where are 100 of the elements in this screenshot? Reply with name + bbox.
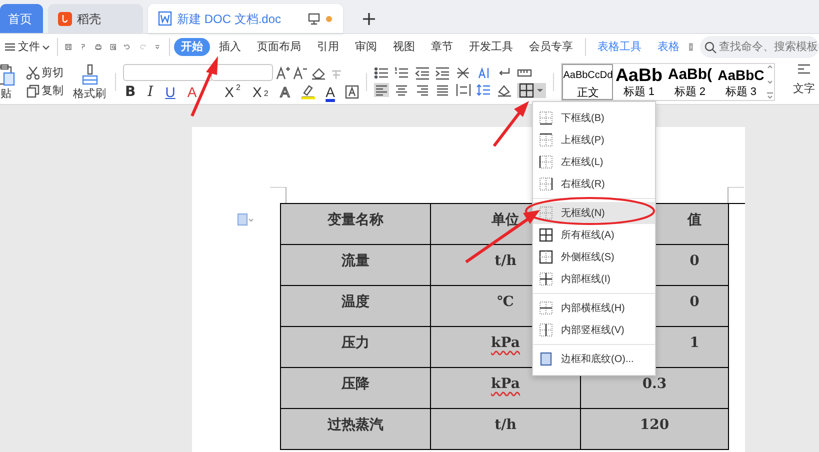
ribbon-tab[interactable]: 引用 [310,38,346,56]
menu-item[interactable]: 内部竖框线(V) [533,319,655,341]
bullet-list-icon[interactable] [374,66,389,80]
menu-icon [4,41,16,53]
line-spacing-icon[interactable] [476,83,492,98]
table-cell-text: 压力 [342,334,370,353]
font-size-field[interactable] [210,64,273,82]
menu-item[interactable]: 边框和底纹(O)... [533,348,655,370]
tab-label: 稻壳 [77,10,101,28]
distribute-icon[interactable] [456,83,471,98]
text-direction-icon[interactable] [476,66,492,80]
font-name-field[interactable] [123,64,213,82]
inside-vertical-border-icon [539,323,553,337]
menu-item[interactable]: 所有框线(A) [533,224,655,246]
table-cell-text: 1 [690,334,700,353]
ribbon-tab[interactable]: 页面布局 [250,38,308,56]
grow-font-icon[interactable] [276,66,290,80]
table-cell-text: 变量名称 [328,210,384,230]
window-tab[interactable]: 稻壳 [48,4,143,33]
table-cell-text: 单位 [492,211,520,230]
menu-item[interactable]: 上框线(P) [533,129,655,151]
table-cell-text: kPa [491,334,520,353]
menu-item[interactable]: 内部横框线(H) [533,297,655,319]
numbered-list-icon[interactable] [394,66,410,80]
wrap-text-label[interactable]: 文字 [793,81,815,98]
right-border-icon [539,177,553,191]
inside-horizontal-border-icon [539,301,553,315]
format-painter-button[interactable]: 格式刷 [71,64,108,100]
chevron-down-icon [42,44,50,50]
table-cell-text: 值 [688,211,702,230]
file-menu[interactable]: 文件 [2,39,52,55]
flame-icon [58,12,72,26]
highlighter-icon[interactable] [300,84,316,100]
ribbon-tab[interactable]: 章节 [424,38,460,56]
window-tab[interactable]: 新建 DOC 文档.doc [148,4,343,33]
shading-icon[interactable] [496,83,512,98]
format-button[interactable]: I [146,84,156,100]
table-cell-text: 流量 [342,252,370,271]
table-cell-text: 压降 [342,375,370,394]
tab-label: 新建 DOC 文档.doc [177,10,282,28]
eraser-icon[interactable] [311,66,326,80]
wrap-text-icon[interactable] [797,63,811,75]
monitor-icon[interactable] [308,12,320,24]
unsaved-dot-icon [325,14,333,22]
format-button[interactable]: U [163,84,178,100]
ribbon-tab[interactable]: 表格 [650,38,687,56]
table-cell-text: 0 [690,252,700,271]
format-button[interactable]: X$^{2}$ [222,84,242,100]
decrease-indent-icon[interactable] [414,66,430,80]
justify-icon[interactable] [435,83,450,98]
table-cell-text: 0 [690,293,700,312]
align-left-icon[interactable] [374,83,389,98]
table-cell-text: 过热蒸汽 [328,416,384,435]
align-center-icon[interactable] [394,83,410,98]
paste-icon [0,64,16,86]
menu-item[interactable]: 下框线(B) [533,107,655,129]
scissors-icon [26,66,40,80]
no-border-icon [539,206,553,220]
top-border-icon [539,133,553,147]
margin-corner-icon [270,187,287,204]
copy-button[interactable]: 复制 [24,83,66,100]
scrollbar-icon[interactable] [766,64,774,100]
borders-button[interactable] [517,82,546,98]
shrink-font-icon[interactable] [293,66,308,80]
format-button[interactable]: A [324,84,337,100]
ribbon-tab[interactable]: 审阅 [348,38,384,56]
menu-item[interactable]: 外侧框线(S) [533,246,655,268]
borders-dialog-icon [539,352,553,366]
ribbon-tab[interactable]: 会员专享 [522,38,580,56]
new-tab-icon[interactable] [362,12,376,26]
table-cell-text: t/h [494,252,516,271]
window-tab[interactable]: 首页 [0,4,43,33]
bottom-border-icon [539,111,553,125]
document-icon [158,11,172,26]
ribbon-tab[interactable]: 插入 [212,38,248,56]
format-button[interactable]: A [278,84,292,100]
menu-item[interactable]: 左框线(L) [533,151,655,173]
grid-icon [519,82,534,98]
paste-button[interactable]: 贴 [0,64,18,100]
all-borders-icon [539,228,553,242]
caret-icon [536,88,544,93]
format-button[interactable]: A [185,84,199,100]
cut-button[interactable]: 剪切 [24,64,66,81]
format-button[interactable]: B [123,84,138,100]
tab-label: 首页 [8,10,32,28]
table-cell-text: ℃ [497,293,514,312]
ribbon-tab[interactable]: 开发工具 [462,38,520,56]
copy-icon [26,84,40,98]
ribbon-tab[interactable]: 表格工具 [590,38,649,56]
menu-item[interactable]: 内部框线(I) [533,268,655,290]
increase-indent-icon[interactable] [435,66,450,80]
align-right-icon[interactable] [414,83,430,98]
search-icon [704,40,718,54]
table-cell-text: 温度 [342,292,370,312]
search-field[interactable]: 查找命令、搜索模板 [700,36,819,58]
character-border-icon[interactable] [344,84,359,99]
left-border-icon [539,155,553,169]
ribbon-tab[interactable]: 视图 [386,38,422,56]
style-preset[interactable]: AaBbCcDd 正文 [562,64,614,100]
menu-item[interactable]: 右框线(R) [533,173,655,195]
